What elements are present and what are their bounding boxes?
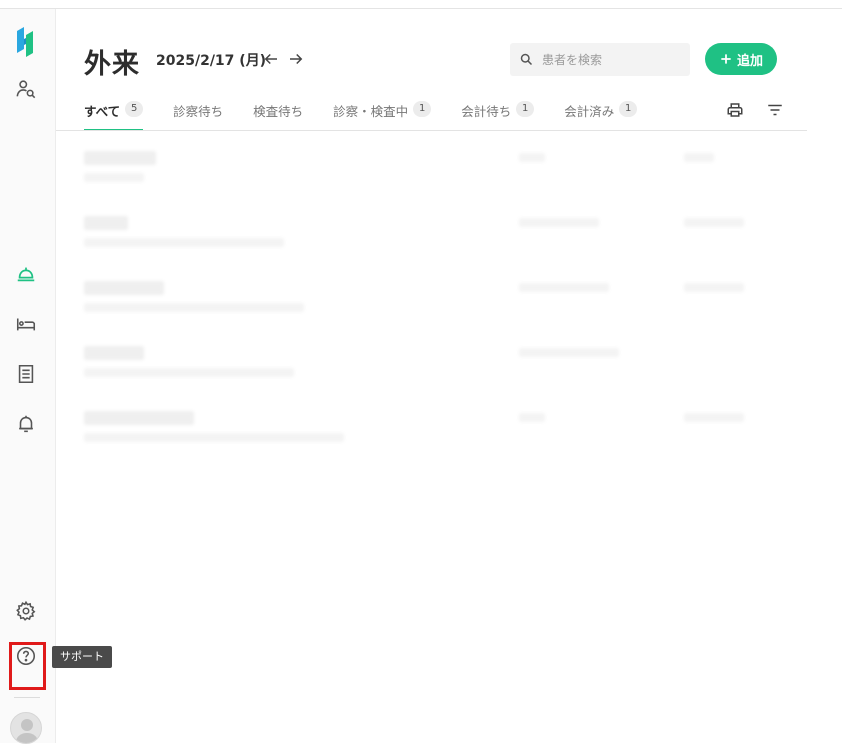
filter-button[interactable] [765, 100, 785, 120]
sidebar-divider [14, 697, 40, 698]
tab-label: 検査待ち [253, 104, 304, 119]
patient-search-icon[interactable] [13, 76, 39, 102]
tab-label: 会計済み [564, 104, 615, 119]
add-button[interactable]: 追加 [705, 43, 777, 75]
patient-search[interactable] [510, 43, 690, 76]
tab-in-consultation[interactable]: 診察・検査中 1 [333, 96, 432, 131]
gear-icon[interactable] [13, 598, 39, 624]
page-title: 外来 [84, 49, 140, 80]
list-item [56, 131, 807, 196]
top-border [0, 8, 842, 9]
support-tooltip: サポート [52, 646, 112, 668]
patient-list [56, 131, 807, 456]
list-item [56, 326, 807, 391]
tab-waiting-consultation[interactable]: 診察待ち [173, 96, 223, 131]
sidebar [0, 9, 56, 744]
user-avatar[interactable] [10, 712, 42, 744]
print-button[interactable] [725, 100, 745, 120]
tab-count-badge: 1 [516, 101, 535, 117]
tab-label: すべて [84, 104, 121, 119]
tab-paid[interactable]: 会計済み 1 [564, 96, 638, 131]
bed-icon[interactable] [13, 311, 39, 337]
next-date-button[interactable] [286, 49, 306, 69]
search-icon [520, 53, 533, 66]
status-tabs: すべて 5 診察待ち 検査待ち 診察・検査中 1 会計待ち 1 会計済み 1 [84, 96, 667, 131]
filter-icon [768, 104, 782, 116]
tab-waiting-exam[interactable]: 検査待ち [253, 96, 303, 131]
list-item [56, 391, 807, 456]
arrow-right-icon [290, 53, 303, 65]
app-logo[interactable] [15, 27, 37, 57]
tab-count-badge: 1 [413, 101, 432, 117]
help-highlight-box [9, 642, 46, 690]
list-item [56, 196, 807, 261]
tab-all[interactable]: すべて 5 [84, 96, 144, 131]
tab-count-badge: 5 [125, 101, 144, 117]
date-label: 2025/2/17 (月) [156, 53, 267, 69]
tab-label: 診察待ち [173, 104, 224, 119]
tab-count-badge: 1 [619, 101, 638, 117]
tab-waiting-payment[interactable]: 会計待ち 1 [461, 96, 535, 131]
list-item [56, 261, 807, 326]
plus-icon [721, 54, 731, 64]
prev-date-button[interactable] [261, 49, 281, 69]
add-button-label: 追加 [736, 53, 763, 69]
search-input[interactable] [542, 52, 672, 67]
print-icon [727, 103, 743, 117]
tab-label: 診察・検査中 [333, 104, 409, 119]
receipt-icon[interactable] [13, 361, 39, 387]
bell-icon[interactable] [13, 411, 39, 437]
tab-label: 会計待ち [461, 104, 512, 119]
outpatient-icon[interactable] [13, 261, 39, 287]
arrow-left-icon [264, 53, 277, 65]
